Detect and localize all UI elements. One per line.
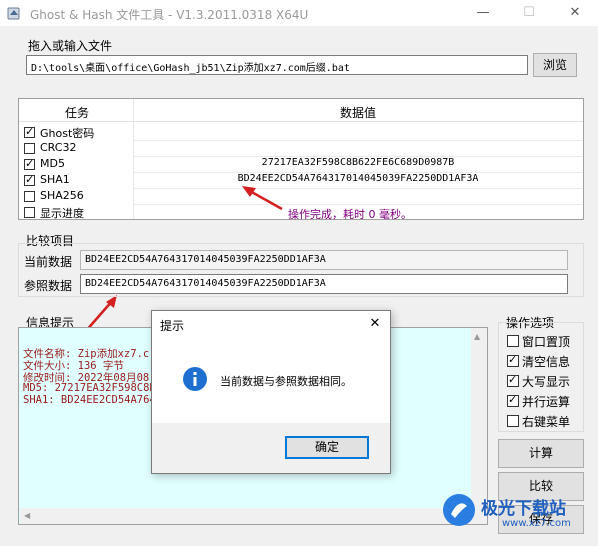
task-column-header: 任务 [64, 106, 89, 120]
dialog-close-button[interactable]: ✕ [360, 311, 390, 337]
info-line: SHA1: BD24EE2CD54A7643 [23, 394, 163, 406]
file-section-label: 拖入或输入文件 [28, 39, 113, 53]
watermark-text: 极光下载站 [481, 499, 566, 519]
row-divider [134, 188, 582, 189]
maximize-button[interactable]: ☐ [506, 0, 552, 26]
calculate-button[interactable]: 计算 [498, 439, 584, 468]
task-checkbox[interactable] [24, 143, 35, 154]
option-label: 右键菜单 [522, 415, 571, 429]
option-checkbox[interactable] [507, 373, 519, 387]
value-column-header: 数据值 [339, 106, 376, 120]
reference-data-input[interactable]: BD24EE2CD54A764317014045039FA2250DD1AF3A [80, 274, 568, 294]
ok-button[interactable]: 确定 [285, 436, 369, 459]
task-checkbox[interactable] [24, 125, 35, 138]
watermark-logo-icon [443, 494, 475, 526]
info-icon [183, 367, 207, 391]
dialog-title: 提示 [160, 319, 185, 333]
file-path-input[interactable]: D:\tools\桌面\office\GoHash_jb51\Zip添加xz7.… [26, 55, 528, 75]
scroll-left-icon[interactable]: ◀ [24, 511, 30, 520]
option-checkbox[interactable] [507, 393, 519, 407]
option-checkbox[interactable] [507, 353, 519, 367]
option-checkbox[interactable] [507, 415, 519, 427]
task-label: SHA1 [40, 173, 70, 186]
info-line: MD5: 27217EA32F598C8B6 [23, 382, 163, 394]
minimize-button[interactable]: — [460, 0, 506, 26]
row-divider [134, 204, 582, 205]
option-label: 大写显示 [522, 375, 571, 389]
status-message: 操作完成，耗时 0 毫秒。 [288, 208, 412, 221]
task-checkbox[interactable] [24, 207, 35, 218]
reference-data-value: BD24EE2CD54A764317014045039FA2250DD1AF3A [85, 278, 326, 289]
task-checkbox[interactable] [24, 157, 35, 170]
file-path-value: D:\tools\桌面\office\GoHash_jb51\Zip添加xz7.… [31, 63, 350, 74]
info-hscrollbar[interactable] [20, 508, 472, 524]
current-data-field[interactable]: BD24EE2CD54A764317014045039FA2250DD1AF3A [80, 250, 568, 270]
close-button[interactable]: ✕ [552, 0, 598, 26]
task-label: MD5 [40, 157, 65, 170]
browse-button[interactable]: 浏览 [533, 53, 577, 77]
row-divider [134, 140, 582, 141]
current-data-value: BD24EE2CD54A764317014045039FA2250DD1AF3A [85, 254, 326, 265]
current-data-label: 当前数据 [24, 255, 73, 269]
hash-value: BD24EE2CD54A764317014045039FA2250DD1AF3A [237, 173, 479, 184]
option-label: 窗口置顶 [522, 335, 571, 349]
scroll-up-icon[interactable]: ▲ [474, 332, 480, 341]
option-label: 清空信息 [522, 355, 571, 369]
dialog-message: 当前数据与参照数据相同。 [220, 375, 352, 388]
task-label: SHA256 [40, 189, 84, 202]
app-icon [7, 7, 20, 20]
task-label: Ghost密码 [40, 127, 95, 140]
task-checkbox[interactable] [24, 173, 35, 186]
task-checkbox[interactable] [24, 191, 35, 202]
window-title: Ghost & Hash 文件工具 - V1.3.2011.0318 X64U [30, 8, 309, 22]
reference-data-label: 参照数据 [24, 279, 73, 293]
option-label: 并行运算 [522, 395, 571, 409]
watermark-url: www.xz7.com [502, 518, 571, 529]
hash-value: 27217EA32F598C8B622FE6C689D0987B [261, 157, 455, 168]
task-label: CRC32 [40, 141, 77, 154]
message-dialog: 提示 ✕ 当前数据与参照数据相同。 确定 [151, 310, 391, 474]
header-divider [19, 121, 583, 122]
task-label: 显示进度 [40, 207, 84, 220]
option-checkbox[interactable] [507, 335, 519, 347]
